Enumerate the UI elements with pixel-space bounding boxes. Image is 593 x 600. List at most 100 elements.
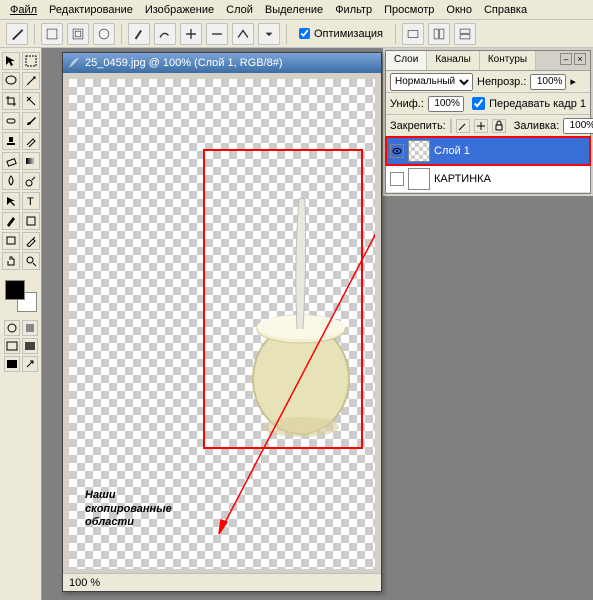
view-btn-1[interactable] — [402, 23, 424, 45]
opacity-input[interactable] — [530, 74, 566, 90]
layer-name[interactable]: Слой 1 — [434, 145, 470, 157]
crop-tool[interactable] — [2, 92, 20, 110]
menu-help[interactable]: Справка — [478, 2, 533, 18]
screen2-icon[interactable] — [22, 338, 38, 354]
layer-name[interactable]: КАРТИНКА — [434, 173, 491, 185]
opacity-arrow-icon[interactable]: ▸ — [570, 75, 576, 88]
empty-dock-area — [383, 196, 593, 600]
optimize-checkbox-input[interactable] — [299, 28, 310, 39]
shape-tool[interactable] — [22, 212, 40, 230]
layer-row[interactable]: КАРТИНКА — [386, 165, 590, 193]
option-btn-3[interactable] — [93, 23, 115, 45]
visibility-icon[interactable] — [390, 172, 404, 186]
lock-pixels-icon[interactable] — [456, 119, 470, 133]
layer-thumbnail[interactable] — [408, 140, 430, 162]
lock-position-icon[interactable] — [474, 119, 488, 133]
document-title: 25_0459.jpg @ 100% (Слой 1, RGB/8#) — [85, 57, 283, 69]
svg-text:T: T — [27, 196, 34, 207]
tab-paths[interactable]: Контуры — [480, 51, 536, 70]
color-swatches[interactable] — [5, 280, 37, 312]
menu-window[interactable]: Окно — [440, 2, 478, 18]
delete-anchor-icon[interactable] — [206, 23, 228, 45]
path-pen-icon[interactable] — [128, 23, 150, 45]
menu-bar: Файл Редактирование Изображение Слой Выд… — [0, 0, 593, 20]
screen1-icon[interactable] — [4, 338, 20, 354]
lasso-tool[interactable] — [2, 72, 20, 90]
lock-all-icon[interactable] — [492, 119, 506, 133]
option-btn-1[interactable] — [41, 23, 63, 45]
option-btn-2[interactable] — [67, 23, 89, 45]
brush-tool[interactable] — [22, 112, 40, 130]
tab-channels[interactable]: Каналы — [427, 51, 480, 70]
options-dropdown-icon[interactable] — [258, 23, 280, 45]
gradient-tool[interactable] — [22, 152, 40, 170]
menu-image[interactable]: Изображение — [139, 2, 220, 18]
tab-layers[interactable]: Слои — [386, 51, 427, 70]
zoom-tool[interactable] — [22, 252, 40, 270]
layer-row[interactable]: Слой 1 — [386, 137, 590, 165]
panels-dock: – × Слои Каналы Контуры Нормальный Непро… — [383, 48, 593, 600]
notes-tool[interactable] — [2, 232, 20, 250]
panel-minimize-icon[interactable]: – — [560, 53, 572, 65]
document-canvas[interactable]: Наши скопированные области — [69, 79, 375, 569]
blend-mode-select[interactable]: Нормальный — [390, 73, 473, 91]
lock-fill-bar: Закрепить: Заливка: ▸ — [386, 115, 590, 137]
quickmask-icon[interactable] — [4, 320, 20, 336]
unif-input[interactable] — [428, 96, 464, 112]
optimize-checkbox[interactable]: Оптимизация — [299, 28, 383, 40]
dodge-tool[interactable] — [22, 172, 40, 190]
lock-label: Закрепить: — [390, 120, 446, 132]
canvas-area: 25_0459.jpg @ 100% (Слой 1, RGB/8#) — [42, 48, 383, 600]
fill-label: Заливка: — [514, 120, 559, 132]
eraser-tool[interactable] — [2, 152, 20, 170]
fill-input[interactable] — [563, 118, 593, 134]
stamp-tool[interactable] — [2, 132, 20, 150]
screen3-icon[interactable] — [4, 356, 20, 372]
document-titlebar[interactable]: 25_0459.jpg @ 100% (Слой 1, RGB/8#) — [63, 53, 381, 73]
add-anchor-icon[interactable] — [180, 23, 202, 45]
eyedropper-tool[interactable] — [22, 232, 40, 250]
menu-view[interactable]: Просмотр — [378, 2, 440, 18]
opacity-label: Непрозр.: — [477, 76, 526, 88]
panel-close-icon[interactable]: × — [574, 53, 586, 65]
marquee-tool[interactable] — [22, 52, 40, 70]
visibility-icon[interactable] — [390, 144, 404, 158]
jump-icon[interactable] — [22, 356, 38, 372]
pen-tool-indicator[interactable] — [6, 23, 28, 45]
menu-edit[interactable]: Редактирование — [43, 2, 139, 18]
freeform-pen-icon[interactable] — [154, 23, 176, 45]
move-tool[interactable] — [2, 52, 20, 70]
layers-panel: – × Слои Каналы Контуры Нормальный Непро… — [385, 50, 591, 194]
blur-tool[interactable] — [2, 172, 20, 190]
menu-layer[interactable]: Слой — [220, 2, 259, 18]
convert-anchor-icon[interactable] — [232, 23, 254, 45]
layers-list: Слой 1 КАРТИНКА — [386, 137, 590, 193]
type-tool[interactable]: T — [22, 192, 40, 210]
unif-bar: Униф.: Передавать кадр 1 — [386, 93, 590, 115]
slice-tool[interactable] — [22, 92, 40, 110]
blend-opacity-bar: Нормальный Непрозр.: ▸ — [386, 71, 590, 93]
hand-tool[interactable] — [2, 252, 20, 270]
optimize-label: Оптимизация — [314, 28, 383, 40]
workspace: T 25_0459.jpg @ 100% (Слой 1, RGB/8#) — [0, 48, 593, 600]
pen-tool[interactable] — [2, 212, 20, 230]
layer-thumbnail[interactable] — [408, 168, 430, 190]
menu-filter[interactable]: Фильтр — [329, 2, 378, 18]
document-statusbar: 100 % — [63, 573, 381, 591]
unif-label: Униф.: — [390, 98, 424, 110]
heal-tool[interactable] — [2, 112, 20, 130]
view-btn-3[interactable] — [454, 23, 476, 45]
history-brush-tool[interactable] — [22, 132, 40, 150]
options-bar: Оптимизация — [0, 20, 593, 48]
zoom-level[interactable]: 100 % — [69, 577, 100, 589]
view-btn-2[interactable] — [428, 23, 450, 45]
lock-transparency-icon[interactable] — [450, 119, 452, 133]
screenmode-icon[interactable] — [22, 320, 38, 336]
foreground-color[interactable] — [5, 280, 25, 300]
menu-select[interactable]: Выделение — [259, 2, 329, 18]
pass-frame-label: Передавать кадр 1 — [489, 98, 586, 110]
path-select-tool[interactable] — [2, 192, 20, 210]
wand-tool[interactable] — [22, 72, 40, 90]
pass-frame-checkbox[interactable] — [472, 97, 485, 110]
menu-file[interactable]: Файл — [4, 2, 43, 18]
